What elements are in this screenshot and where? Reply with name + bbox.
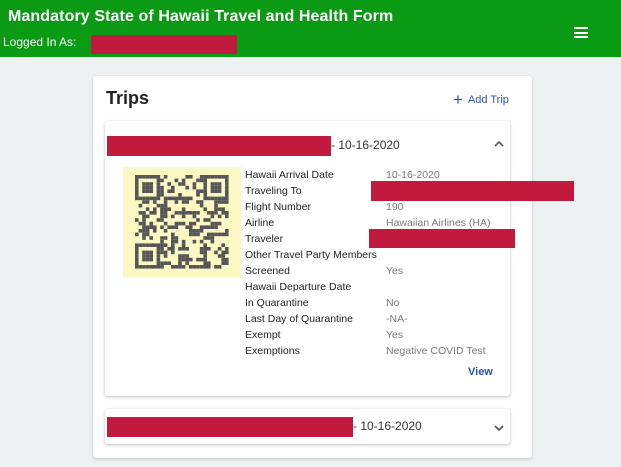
view-trip-link[interactable]: View (468, 366, 493, 378)
detail-value: Negative COVID Test (386, 345, 486, 357)
trip-panel-expanded: - 10-16-2020 Hawaii Arrival Date 10-16-2… (105, 121, 574, 396)
redacted-trip-name (107, 136, 331, 156)
add-trip-label: Add Trip (467, 94, 509, 106)
detail-value: Hawaiian Airlines (HA) (386, 217, 491, 229)
detail-row: Exempt Yes (245, 329, 525, 345)
detail-label: Airline (245, 217, 275, 229)
detail-label: Exempt (245, 329, 281, 341)
qr-code-icon (123, 167, 241, 277)
chevron-down-icon[interactable] (494, 424, 504, 432)
detail-row: In Quarantine No (245, 297, 525, 313)
app-bar: Mandatory State of Hawaii Travel and Hea… (0, 0, 621, 57)
trip-date: - 10-16-2020 (331, 138, 400, 152)
detail-value: Yes (386, 329, 404, 341)
trip-date: - 10-16-2020 (353, 419, 422, 433)
plus-icon: + (453, 90, 463, 109)
detail-row: Hawaii Departure Date (245, 281, 525, 297)
redacted-username (91, 35, 237, 54)
detail-label: Last Day of Quarantine (245, 313, 353, 325)
detail-label: In Quarantine (245, 297, 309, 309)
detail-label: Flight Number (245, 201, 311, 213)
detail-label: Other Travel Party Members (245, 249, 377, 261)
add-trip-button[interactable]: + Add Trip (453, 90, 509, 109)
detail-row: Exemptions Negative COVID Test (245, 345, 525, 361)
trips-card: Trips + Add Trip - 10-16-2020 Hawaii Arr… (93, 76, 574, 458)
detail-row: Other Travel Party Members (245, 249, 525, 265)
trips-title: Trips (106, 88, 150, 108)
detail-label: Hawaii Departure Date (245, 281, 352, 293)
detail-value: Yes (386, 265, 404, 277)
detail-value: 10-16-2020 (386, 169, 440, 181)
detail-label: Screened (245, 265, 290, 277)
trip-panel-collapsed[interactable]: - 10-16-2020 (105, 409, 510, 444)
redacted-trip-name (107, 417, 353, 437)
detail-label: Traveling To (245, 185, 302, 197)
redacted-traveler (369, 229, 515, 248)
detail-label: Traveler (245, 233, 284, 245)
redacted-traveling-to (371, 181, 574, 201)
detail-value: No (386, 297, 400, 309)
detail-row: Flight Number 190 (245, 201, 525, 217)
chevron-up-icon[interactable] (494, 140, 504, 148)
detail-label: Exemptions (245, 345, 300, 357)
logged-in-label: Logged In As: (3, 35, 77, 49)
detail-label: Hawaii Arrival Date (245, 169, 334, 181)
detail-value: 190 (386, 201, 404, 213)
detail-row: Last Day of Quarantine -NA- (245, 313, 525, 329)
detail-value: -NA- (386, 313, 408, 325)
detail-row: Screened Yes (245, 265, 525, 281)
app-title: Mandatory State of Hawaii Travel and Hea… (8, 8, 394, 25)
hamburger-menu-icon[interactable] (574, 27, 588, 38)
